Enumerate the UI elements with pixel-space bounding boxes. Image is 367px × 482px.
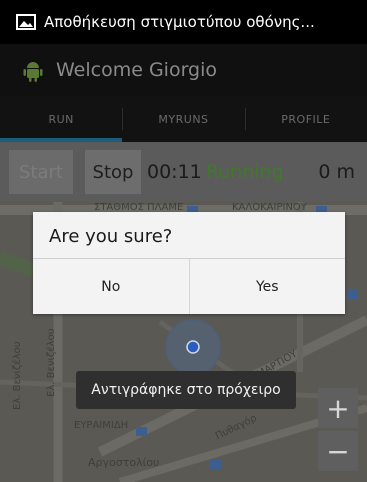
start-button[interactable]: Start bbox=[9, 150, 73, 194]
toast-message: Αντιγράφηκε στο πρόχειρο bbox=[76, 371, 296, 409]
run-controls: Start Stop 00:11 Running 0 m bbox=[0, 142, 367, 202]
status-bar: Αποθήκευση στιγμιοτύπου οθόνης... bbox=[0, 0, 367, 44]
action-bar: Welcome Giorgio bbox=[0, 44, 367, 96]
image-icon bbox=[16, 14, 36, 30]
map-label-evraimidi: ΕΥΡΑΙΜΙΔΗ bbox=[74, 420, 129, 431]
tab-myruns-label: MYRUNS bbox=[158, 112, 209, 126]
tab-run-label: RUN bbox=[48, 112, 74, 126]
page-title: Welcome Giorgio bbox=[56, 59, 218, 81]
screen: Αποθήκευση στιγμιοτύπου οθόνης... Welcom… bbox=[0, 0, 367, 482]
yes-button[interactable]: Yes bbox=[188, 259, 346, 314]
dialog-buttons: No Yes bbox=[33, 259, 345, 314]
distance-value: 0 m bbox=[318, 161, 355, 183]
notification-text: Αποθήκευση στιγμιοτύπου οθόνης... bbox=[44, 13, 315, 31]
zoom-out-button[interactable]: − bbox=[318, 431, 358, 471]
tab-bar: RUN MYRUNS PROFILE bbox=[0, 96, 367, 142]
map-label-argostoliou: Αργοστολίου bbox=[88, 456, 160, 469]
no-button[interactable]: No bbox=[33, 259, 189, 314]
zoom-in-button[interactable]: + bbox=[318, 388, 358, 428]
elapsed-time: 00:11 bbox=[147, 161, 202, 183]
dialog-title: Are you sure? bbox=[49, 226, 173, 247]
stop-button[interactable]: Stop bbox=[85, 150, 141, 194]
tab-myruns[interactable]: MYRUNS bbox=[122, 96, 244, 142]
android-icon bbox=[20, 57, 46, 83]
tab-profile-label: PROFILE bbox=[281, 112, 331, 126]
map-label-venizelou: Ελ. Βενιζέλου bbox=[12, 341, 23, 411]
confirm-dialog: Are you sure? No Yes bbox=[33, 212, 345, 314]
map-label-venizelou-upper: Ελ. Βενιζέλου bbox=[46, 328, 57, 398]
tab-run[interactable]: RUN bbox=[0, 96, 123, 142]
tab-profile[interactable]: PROFILE bbox=[244, 96, 367, 142]
run-status: Running bbox=[205, 161, 284, 183]
